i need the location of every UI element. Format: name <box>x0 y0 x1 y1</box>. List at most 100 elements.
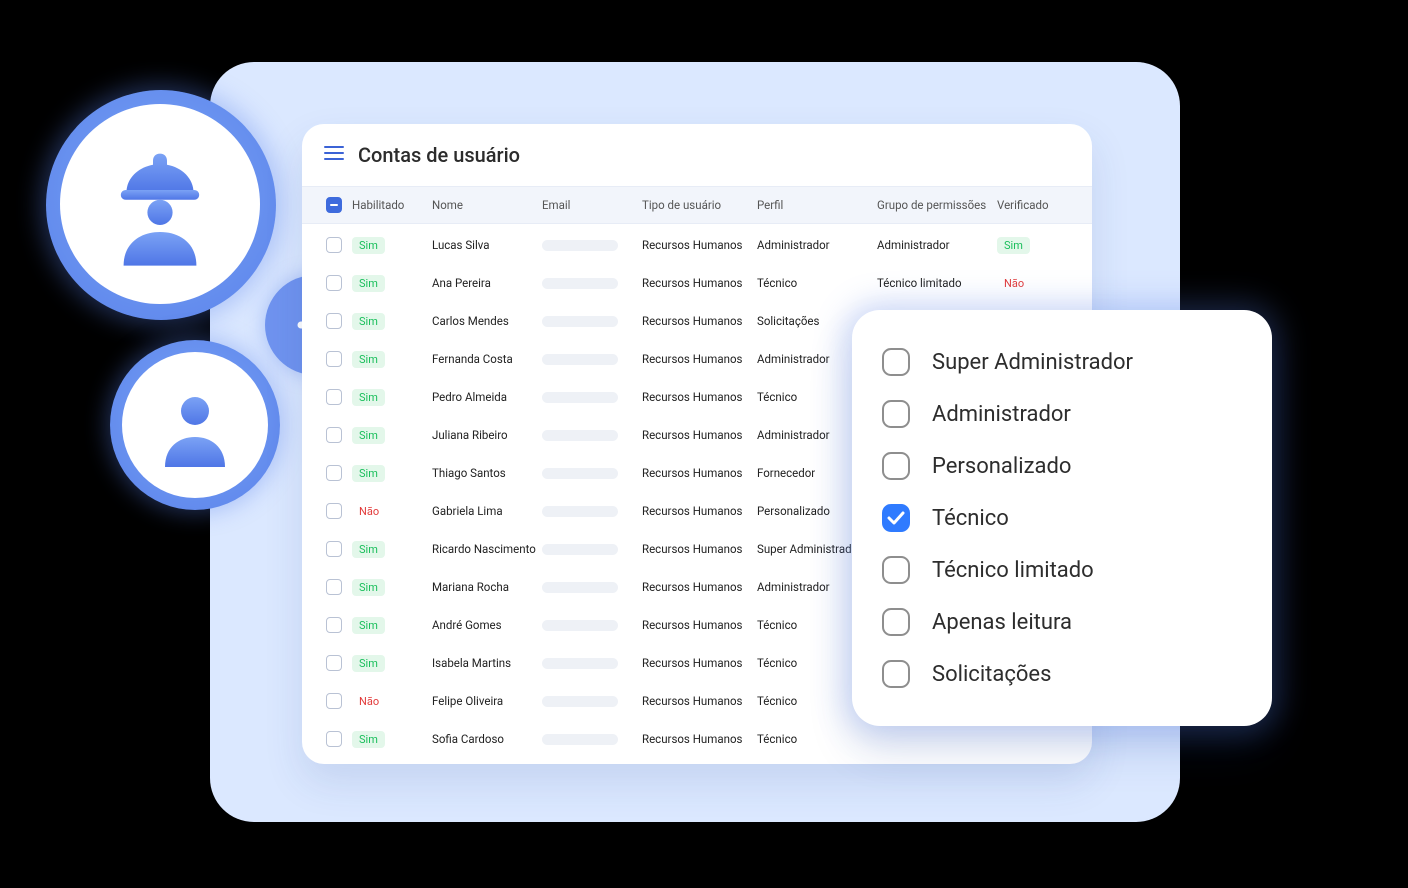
cell-tipo: Recursos Humanos <box>642 732 757 746</box>
cell-email <box>542 506 642 517</box>
filter-option-label: Solicitações <box>932 662 1051 687</box>
filter-option[interactable]: Técnico <box>882 492 1242 544</box>
cell-nome: Lucas Silva <box>432 238 542 252</box>
cell-tipo: Recursos Humanos <box>642 428 757 442</box>
cell-nome: Carlos Mendes <box>432 314 542 328</box>
row-checkbox[interactable] <box>326 655 342 671</box>
row-checkbox[interactable] <box>326 731 342 747</box>
cell-tipo: Recursos Humanos <box>642 314 757 328</box>
cell-tipo: Recursos Humanos <box>642 504 757 518</box>
table-header: Habilitado Nome Email Tipo de usuário Pe… <box>302 186 1092 224</box>
habilitado-pill: Não <box>352 503 386 520</box>
cell-email <box>542 468 642 479</box>
row-checkbox[interactable] <box>326 693 342 709</box>
row-checkbox[interactable] <box>326 427 342 443</box>
habilitado-pill: Sim <box>352 313 385 330</box>
cell-tipo: Recursos Humanos <box>642 238 757 252</box>
cell-tipo: Recursos Humanos <box>642 352 757 366</box>
cell-verificado: Não <box>997 275 1069 292</box>
cell-grupo: Técnico limitado <box>877 276 997 290</box>
cell-email <box>542 734 642 745</box>
cell-nome: Felipe Oliveira <box>432 694 542 708</box>
col-perfil[interactable]: Perfil <box>757 198 877 212</box>
habilitado-pill: Sim <box>352 237 385 254</box>
cell-tipo: Recursos Humanos <box>642 656 757 670</box>
filter-option-label: Personalizado <box>932 454 1071 479</box>
cell-email <box>542 620 642 631</box>
checkbox-icon[interactable] <box>882 452 910 480</box>
col-tipo[interactable]: Tipo de usuário <box>642 198 757 212</box>
cell-tipo: Recursos Humanos <box>642 542 757 556</box>
table-row[interactable]: Sim Lucas Silva Recursos Humanos Administra… <box>302 226 1092 264</box>
habilitado-pill: Sim <box>352 351 385 368</box>
table-row[interactable]: SimVinícius FerreiraRecursos HumanosTécn… <box>302 758 1092 764</box>
cell-email <box>542 354 642 365</box>
row-checkbox[interactable] <box>326 351 342 367</box>
habilitado-pill: Não <box>352 693 386 710</box>
cell-tipo: Recursos Humanos <box>642 276 757 290</box>
select-all-checkbox[interactable] <box>326 197 342 213</box>
cell-email <box>542 582 642 593</box>
menu-icon[interactable] <box>324 145 344 165</box>
cell-perfil: Técnico <box>757 732 877 746</box>
cell-email <box>542 278 642 289</box>
filter-option[interactable]: Personalizado <box>882 440 1242 492</box>
cell-nome: Pedro Almeida <box>432 390 542 404</box>
checkbox-icon[interactable] <box>882 348 910 376</box>
habilitado-pill: Sim <box>352 579 385 596</box>
habilitado-pill: Sim <box>352 275 385 292</box>
checkbox-icon[interactable] <box>882 400 910 428</box>
row-checkbox[interactable] <box>326 237 342 253</box>
row-checkbox[interactable] <box>326 579 342 595</box>
row-checkbox[interactable] <box>326 465 342 481</box>
table-row[interactable]: Sim Ana Pereira Recursos HumanosTécnicoTéc… <box>302 264 1092 302</box>
cell-grupo: Administrador <box>877 238 997 252</box>
worker-avatar <box>60 104 260 304</box>
filter-option[interactable]: Super Administrador <box>882 336 1242 388</box>
checkbox-icon[interactable] <box>882 556 910 584</box>
row-checkbox[interactable] <box>326 389 342 405</box>
row-checkbox[interactable] <box>326 541 342 557</box>
cell-email <box>542 430 642 441</box>
habilitado-pill: Sim <box>352 541 385 558</box>
habilitado-pill: Sim <box>352 731 385 748</box>
habilitado-pill: Sim <box>352 655 385 672</box>
cell-email <box>542 658 642 669</box>
cell-nome: Thiago Santos <box>432 466 542 480</box>
col-email[interactable]: Email <box>542 198 642 212</box>
cell-nome: André Gomes <box>432 618 542 632</box>
row-checkbox[interactable] <box>326 275 342 291</box>
cell-nome: Ana Pereira <box>432 276 542 290</box>
cell-nome: Juliana Ribeiro <box>432 428 542 442</box>
cell-nome: Isabela Martins <box>432 656 542 670</box>
col-verificado[interactable]: Verificado <box>997 198 1069 212</box>
col-habilitado[interactable]: Habilitado <box>352 198 432 212</box>
cell-nome: Gabriela Lima <box>432 504 542 518</box>
filter-option[interactable]: Técnico limitado <box>882 544 1242 596</box>
cell-email <box>542 240 642 251</box>
row-checkbox[interactable] <box>326 503 342 519</box>
cell-email <box>542 392 642 403</box>
cell-email <box>542 544 642 555</box>
col-nome[interactable]: Nome <box>432 198 542 212</box>
filter-option[interactable]: Administrador <box>882 388 1242 440</box>
habilitado-pill: Sim <box>352 389 385 406</box>
checkbox-checked-icon[interactable] <box>882 504 910 532</box>
checkbox-icon[interactable] <box>882 608 910 636</box>
cell-email <box>542 696 642 707</box>
checkbox-icon[interactable] <box>882 660 910 688</box>
habilitado-pill: Sim <box>352 465 385 482</box>
habilitado-pill: Sim <box>352 427 385 444</box>
row-checkbox[interactable] <box>326 313 342 329</box>
filter-option[interactable]: Solicitações <box>882 648 1242 700</box>
filter-option-label: Apenas leitura <box>932 610 1072 635</box>
cell-nome: Sofia Cardoso <box>432 732 542 746</box>
page-title: Contas de usuário <box>358 143 520 167</box>
row-checkbox[interactable] <box>326 617 342 633</box>
filter-option-label: Técnico limitado <box>932 558 1094 583</box>
cell-perfil: Técnico <box>757 276 877 290</box>
filter-option-label: Administrador <box>932 402 1071 427</box>
cell-nome: Fernanda Costa <box>432 352 542 366</box>
filter-option[interactable]: Apenas leitura <box>882 596 1242 648</box>
col-grupo[interactable]: Grupo de permissões <box>877 198 997 212</box>
